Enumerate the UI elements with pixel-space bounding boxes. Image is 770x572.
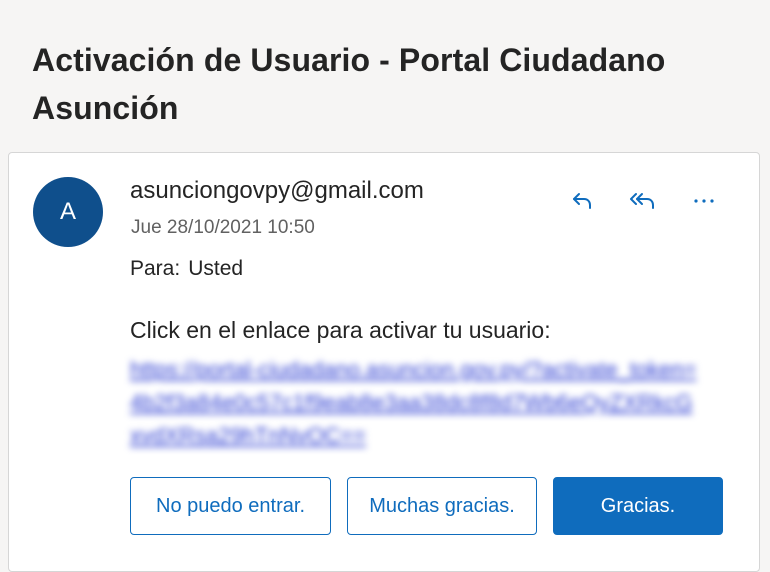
email-subject: Activación de Usuario - Portal Ciudadano…	[32, 42, 666, 126]
quick-reply-gracias[interactable]: Gracias.	[553, 477, 723, 535]
to-value: Usted	[188, 257, 244, 280]
reply-icon[interactable]	[565, 183, 599, 217]
to-label: Para:	[130, 257, 181, 280]
email-card: A asunciongovpy@gmail.com Jue 28/10/2021…	[8, 152, 760, 572]
body-text: Click en el enlace para activar tu usuar…	[130, 317, 551, 343]
more-icon[interactable]	[687, 183, 721, 217]
reply-all-icon[interactable]	[626, 183, 660, 217]
activation-link[interactable]: https://portal-ciudadano.asuncion.gov.py…	[130, 353, 702, 452]
avatar[interactable]: A	[33, 177, 103, 247]
email-date: Jue 28/10/2021 10:50	[131, 217, 315, 238]
sender-address[interactable]: asunciongovpy@gmail.com	[130, 177, 424, 205]
avatar-initial: A	[59, 198, 76, 225]
quick-reply-no-puedo-entrar[interactable]: No puedo entrar.	[130, 477, 331, 535]
quick-reply-muchas-gracias[interactable]: Muchas gracias.	[347, 477, 537, 535]
quick-replies: No puedo entrar. Muchas gracias. Gracias…	[130, 477, 723, 535]
recipient-line: Para: Usted	[130, 257, 243, 281]
message-actions	[565, 183, 721, 217]
